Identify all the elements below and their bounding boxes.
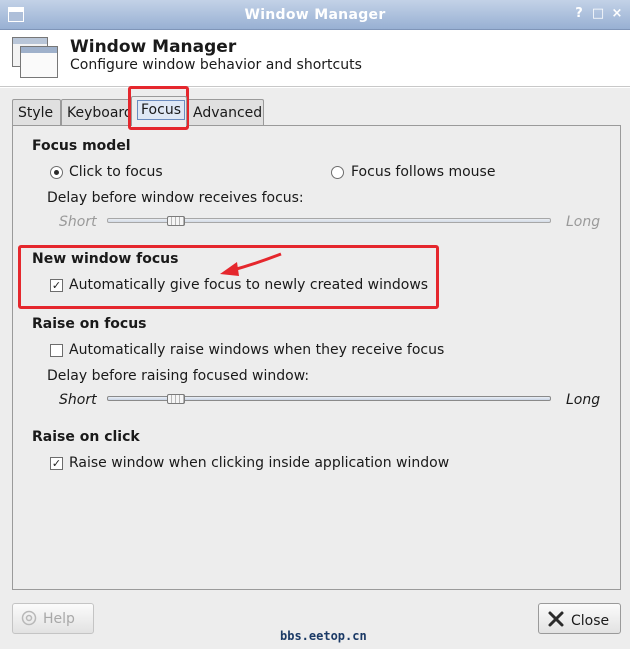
help-button[interactable]: Help — [12, 603, 94, 634]
help-icon[interactable]: ? — [571, 6, 587, 22]
auto-focus-new-windows-checkbox[interactable]: ✓ — [50, 279, 63, 292]
new-window-focus-heading: New window focus — [32, 251, 179, 267]
auto-raise-checkbox[interactable] — [50, 344, 63, 357]
raise-on-focus-heading: Raise on focus — [32, 316, 147, 332]
app-icon — [12, 37, 58, 79]
raise-delay-min-label: Short — [59, 392, 97, 408]
header-title: Window Manager — [70, 37, 237, 57]
raise-delay-max-label: Long — [566, 392, 601, 408]
window-title: Window Manager — [244, 7, 386, 23]
raise-on-click-label[interactable]: Raise window when clicking inside applic… — [69, 455, 449, 471]
close-icon[interactable]: × — [609, 6, 625, 22]
title-bar: Window Manager ? □ × — [0, 0, 630, 30]
focus-delay-max-label: Long — [566, 214, 601, 230]
focus-delay-label: Delay before window receives focus: — [47, 190, 304, 206]
raise-delay-slider-thumb[interactable] — [166, 394, 185, 404]
focus-delay-min-label: Short — [59, 214, 97, 230]
tab-style[interactable]: Style — [12, 99, 61, 125]
watermark: bbs.eetop.cn — [280, 629, 367, 643]
header-subtitle: Configure window behavior and shortcuts — [70, 57, 362, 73]
click-to-focus-label[interactable]: Click to focus — [69, 164, 163, 180]
raise-on-click-checkbox[interactable]: ✓ — [50, 457, 63, 470]
focus-follows-mouse-label[interactable]: Focus follows mouse — [351, 164, 495, 180]
auto-raise-label[interactable]: Automatically raise windows when they re… — [69, 342, 444, 358]
tab-advanced[interactable]: Advanced — [187, 99, 264, 125]
help-icon — [21, 610, 37, 630]
close-button[interactable]: Close — [538, 603, 621, 634]
tab-focus[interactable]: Focus — [131, 96, 187, 126]
click-to-focus-radio[interactable] — [50, 166, 63, 179]
focus-delay-slider-thumb[interactable] — [166, 216, 185, 226]
focus-follows-mouse-radio[interactable] — [331, 166, 344, 179]
raise-on-click-heading: Raise on click — [32, 429, 140, 445]
maximize-icon[interactable]: □ — [590, 6, 606, 22]
close-icon — [547, 610, 565, 632]
focus-model-heading: Focus model — [32, 138, 131, 154]
dialog-header: Window Manager Configure window behavior… — [0, 31, 630, 87]
raise-delay-label: Delay before raising focused window: — [47, 368, 310, 384]
arrow-icon — [220, 252, 282, 276]
tab-keyboard[interactable]: Keyboard — [61, 99, 133, 125]
